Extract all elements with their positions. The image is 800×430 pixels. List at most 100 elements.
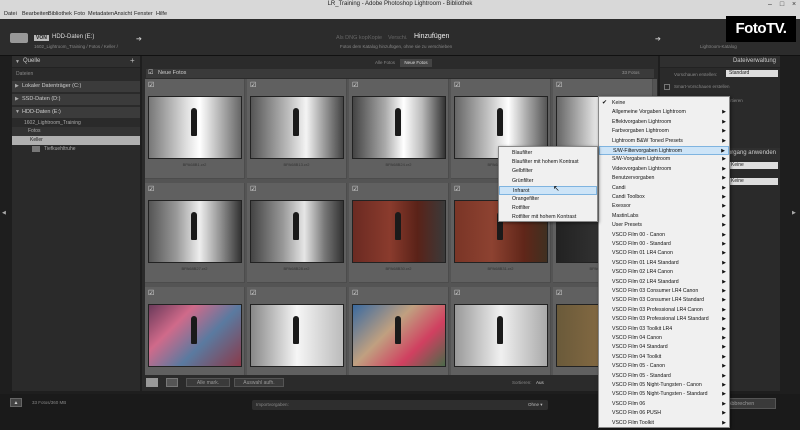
drive-e[interactable]: ▼ HDD-Daten (E:) bbox=[12, 107, 140, 118]
preset-menu-item[interactable]: VSCO Film 03 Professional LR4 Standard ▶ bbox=[599, 315, 729, 324]
preset-menu-item[interactable]: Farbvorgaben Lightroom ▶ bbox=[599, 127, 729, 136]
photo-cell[interactable]: ☑ BPA68B1.cr2 bbox=[145, 79, 245, 179]
photo-checkbox[interactable]: ☑ bbox=[148, 81, 154, 89]
preset-menu-item[interactable]: Benutzervorgaben ▶ bbox=[599, 174, 729, 183]
photo-thumbnail[interactable] bbox=[148, 304, 242, 367]
photo-thumbnail[interactable] bbox=[250, 200, 344, 263]
tab-all-photos[interactable]: Alle Fotos bbox=[370, 59, 400, 67]
folder-fotos[interactable]: Fotos bbox=[12, 127, 140, 136]
menu-foto[interactable]: Foto bbox=[74, 11, 85, 17]
photo-checkbox[interactable]: ☑ bbox=[556, 81, 562, 89]
photo-thumbnail[interactable] bbox=[352, 96, 446, 159]
photo-thumbnail[interactable] bbox=[352, 304, 446, 367]
photo-cell[interactable]: ☑ BPA68B24.cr2 bbox=[349, 79, 449, 179]
photo-thumbnail[interactable] bbox=[352, 200, 446, 263]
mode-copy[interactable]: Kopie bbox=[368, 35, 382, 41]
apply-select-1[interactable]: Keine bbox=[728, 162, 778, 169]
mode-add[interactable]: Hinzufügen bbox=[414, 33, 449, 40]
preset-menu-item[interactable]: MastinLabs ▶ bbox=[599, 212, 729, 221]
preset-menu-item[interactable]: VSCO Film 02 LR4 Standard ▶ bbox=[599, 278, 729, 287]
preset-menu-item[interactable]: VSCO Film 05 Night-Tungsten - Canon ▶ bbox=[599, 381, 729, 390]
close-icon[interactable]: × bbox=[788, 0, 800, 10]
photo-checkbox[interactable]: ☑ bbox=[454, 81, 460, 89]
menu-hilfe[interactable]: Hilfe bbox=[156, 11, 167, 17]
preset-menu-item[interactable]: VSCO Film 04 Canon ▶ bbox=[599, 334, 729, 343]
preset-menu-item[interactable]: S/W-Vorgaben Lightroom ▶ bbox=[599, 155, 729, 164]
bw-filter-item[interactable]: Blaufilter bbox=[499, 149, 597, 158]
drive-c[interactable]: ▶ Lokaler Datenträger (C:) bbox=[12, 81, 140, 92]
photo-checkbox[interactable]: ☑ bbox=[352, 81, 358, 89]
mode-dng[interactable]: Als DNG kop. bbox=[336, 35, 369, 41]
file-handling-header[interactable]: Dateiverwaltung bbox=[660, 56, 780, 68]
photo-cell[interactable]: ☑ bbox=[349, 287, 449, 387]
preset-menu-item[interactable]: VSCO Film 04 Standard ▶ bbox=[599, 343, 729, 352]
collapse-up-icon[interactable]: ▲ bbox=[10, 398, 22, 407]
preview-select[interactable]: Standard bbox=[726, 70, 778, 77]
uncheck-all-button[interactable]: Auswahl aufh. bbox=[234, 378, 284, 387]
sort-value[interactable]: Aus bbox=[536, 380, 544, 385]
bw-filter-item[interactable]: Rotfilter bbox=[499, 204, 597, 213]
bw-filter-item[interactable]: Rotfilter mit hohem Kontrast bbox=[499, 213, 597, 222]
preset-menu-item[interactable]: VSCO Film 03 Consumer LR4 Canon ▶ bbox=[599, 287, 729, 296]
preset-menu-item[interactable]: User Presets ▶ bbox=[599, 221, 729, 230]
preset-menu-item[interactable]: VSCO Film Toolkit ▶ bbox=[599, 419, 729, 428]
photo-checkbox[interactable]: ☑ bbox=[250, 289, 256, 297]
tab-new-photos[interactable]: Neue Fotos bbox=[400, 59, 432, 67]
preset-menu-item[interactable]: VSCO Film 00 - Canon ▶ bbox=[599, 231, 729, 240]
menu-bibliothek[interactable]: Bibliothek bbox=[48, 11, 72, 17]
photo-cell[interactable]: ☑ bbox=[145, 287, 245, 387]
check-all-button[interactable]: Alle mark. bbox=[186, 378, 230, 387]
photo-cell[interactable]: ☑ bbox=[247, 287, 347, 387]
folder-tiefkuehltruhe[interactable]: Tiefkuehltruhe bbox=[26, 145, 140, 154]
preset-menu-item[interactable]: Videovorgaben Lightroom ▶ bbox=[599, 165, 729, 174]
preset-menu-item[interactable]: VSCO Film 04 Toolkit ▶ bbox=[599, 353, 729, 362]
preset-menu-item[interactable]: VSCO Film 01 LR4 Standard ▶ bbox=[599, 259, 729, 268]
preset-menu-item[interactable]: Lightroom B&W Toned Presets ▶ bbox=[599, 137, 729, 146]
bw-filter-item[interactable]: Gelbfilter bbox=[499, 167, 597, 176]
photo-checkbox[interactable]: ☑ bbox=[148, 185, 154, 193]
preset-menu-item[interactable]: Effektvorgaben Lightroom ▶ bbox=[599, 118, 729, 127]
preset-bar[interactable]: Importvorgaben: Ohne ▾ bbox=[252, 400, 548, 410]
photo-checkbox[interactable]: ☑ bbox=[352, 185, 358, 193]
source-panel-header[interactable]: ▼ Quelle + bbox=[12, 56, 140, 68]
add-source-button[interactable]: + bbox=[130, 56, 135, 65]
preset-menu-item[interactable]: VSCO Film 05 - Canon ▶ bbox=[599, 362, 729, 371]
preset-menu-item[interactable]: VSCO Film 06 PUSH ▶ bbox=[599, 409, 729, 418]
preset-menu-item[interactable]: Candi Toolbox ▶ bbox=[599, 193, 729, 202]
photo-cell[interactable]: ☑ BPA68B28.cr2 bbox=[247, 183, 347, 283]
photo-checkbox[interactable]: ☑ bbox=[454, 289, 460, 297]
collapse-left-icon[interactable]: ◀ bbox=[2, 210, 6, 216]
preset-menu-item[interactable]: VSCO Film 03 Toolkit LR4 ▶ bbox=[599, 325, 729, 334]
bw-filter-item[interactable]: Blaufilter mit hohem Kontrast bbox=[499, 158, 597, 167]
photo-thumbnail[interactable] bbox=[250, 96, 344, 159]
group-checkbox[interactable]: ☑ bbox=[148, 69, 153, 76]
photo-cell[interactable]: ☑ BPA68B13.cr2 bbox=[247, 79, 347, 179]
preset-menu-item[interactable]: Exessor ▶ bbox=[599, 202, 729, 211]
photo-checkbox[interactable]: ☑ bbox=[454, 185, 460, 193]
photo-thumbnail[interactable] bbox=[148, 200, 242, 263]
grid-view-icon[interactable] bbox=[146, 378, 158, 387]
preset-menu-item[interactable]: VSCO Film 02 LR4 Canon ▶ bbox=[599, 268, 729, 277]
menu-metadaten[interactable]: Metadaten bbox=[88, 11, 114, 17]
preset-menu-item[interactable]: S/W-Filtervorgaben Lightroom ▶ bbox=[599, 146, 729, 156]
preset-menu-item[interactable]: Candi ▶ bbox=[599, 184, 729, 193]
preset-menu-item[interactable]: VSCO Film 01 LR4 Canon ▶ bbox=[599, 249, 729, 258]
preset-menu-item[interactable]: VSCO Film 03 Consumer LR4 Standard ▶ bbox=[599, 296, 729, 305]
minimize-icon[interactable]: – bbox=[764, 0, 776, 10]
menu-datei[interactable]: Datei bbox=[4, 11, 17, 17]
photo-checkbox[interactable]: ☑ bbox=[352, 289, 358, 297]
photo-checkbox[interactable]: ☑ bbox=[556, 289, 562, 297]
photo-cell[interactable]: ☑ BPA68B27.cr2 bbox=[145, 183, 245, 283]
preset-menu-item[interactable]: VSCO Film 06 ▶ bbox=[599, 400, 729, 409]
preset-menu-item[interactable]: VSCO Film 05 Night-Tungsten - Standard ▶ bbox=[599, 390, 729, 399]
menu-fenster[interactable]: Fenster bbox=[134, 11, 153, 17]
folder-training[interactable]: 1602_Lightroom_Training bbox=[24, 120, 81, 126]
preset-menu-item[interactable]: VSCO Film 05 - Standard ▶ bbox=[599, 372, 729, 381]
photo-thumbnail[interactable] bbox=[454, 304, 548, 367]
bw-filter-item[interactable]: Infrarot bbox=[499, 185, 597, 195]
bw-filter-item[interactable]: Orangefilter bbox=[499, 195, 597, 204]
smart-preview-checkbox[interactable] bbox=[664, 84, 670, 90]
bw-filter-item[interactable]: Grünfilter bbox=[499, 177, 597, 186]
mode-move[interactable]: Verschi. bbox=[388, 35, 408, 41]
preset-menu-item[interactable]: VSCO Film 03 Professional LR4 Canon ▶ bbox=[599, 306, 729, 315]
